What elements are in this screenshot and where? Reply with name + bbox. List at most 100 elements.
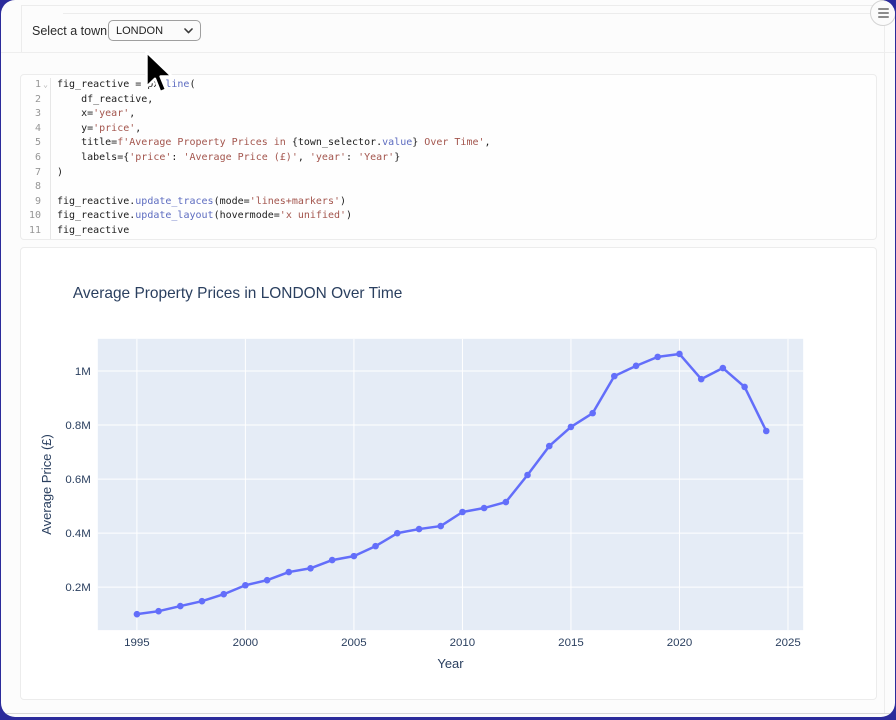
code-text: [50, 180, 876, 195]
fold-spacer: [41, 107, 50, 122]
data-point[interactable]: [220, 591, 227, 598]
x-tick-label: 2010: [450, 637, 476, 649]
divider: [884, 5, 885, 713]
y-tick-label: 1M: [75, 366, 91, 378]
property-price-chart: 19952000200520102015202020250.2M0.4M0.6M…: [21, 248, 876, 699]
data-point[interactable]: [611, 373, 618, 380]
code-line[interactable]: 7): [21, 166, 876, 181]
data-point[interactable]: [589, 410, 596, 417]
data-point[interactable]: [720, 365, 727, 372]
data-point[interactable]: [416, 526, 423, 533]
data-point[interactable]: [134, 611, 141, 618]
line-number: 5: [21, 136, 41, 151]
data-point[interactable]: [654, 354, 661, 361]
y-tick-label: 0.8M: [65, 420, 91, 432]
code-text: fig_reactive.update_layout(hovermode='x …: [50, 209, 876, 224]
data-point[interactable]: [437, 523, 444, 530]
data-point[interactable]: [242, 582, 249, 589]
code-line[interactable]: 3 x='year',: [21, 107, 876, 122]
data-point[interactable]: [264, 577, 271, 584]
line-number: 11: [21, 224, 41, 239]
fold-spacer: [41, 93, 50, 108]
line-number: 6: [21, 151, 41, 166]
app-window: { "app": { "background_color": "#2b2b9b"…: [0, 0, 896, 720]
chart-output-cell: 19952000200520102015202020250.2M0.4M0.6M…: [20, 247, 877, 700]
code-text: fig_reactive: [50, 224, 876, 239]
code-line[interactable]: 11 fig_reactive: [21, 224, 876, 239]
divider: [21, 5, 895, 6]
town-select[interactable]: LONDON: [108, 20, 201, 41]
y-tick-label: 0.4M: [65, 528, 91, 540]
data-point[interactable]: [698, 376, 705, 383]
data-point[interactable]: [199, 598, 206, 605]
plot-area[interactable]: [98, 339, 803, 630]
data-point[interactable]: [633, 363, 640, 370]
data-point[interactable]: [285, 569, 292, 576]
data-point[interactable]: [307, 565, 314, 572]
divider: [63, 13, 895, 14]
data-point[interactable]: [763, 428, 770, 435]
line-number: 10: [21, 209, 41, 224]
chevron-down-icon: [184, 28, 193, 34]
line-number: 3: [21, 107, 41, 122]
chart-title: Average Property Prices in LONDON Over T…: [73, 285, 403, 302]
code-text: x='year',: [50, 107, 876, 122]
data-point[interactable]: [329, 557, 336, 564]
code-text: labels={'price': 'Average Price (£)', 'y…: [50, 151, 876, 166]
code-text: df_reactive,: [50, 93, 876, 108]
x-tick-label: 2000: [233, 637, 259, 649]
fold-spacer: [41, 195, 50, 210]
data-point[interactable]: [372, 543, 379, 550]
fold-spacer: [41, 151, 50, 166]
data-point[interactable]: [155, 608, 162, 615]
data-point[interactable]: [568, 424, 575, 431]
line-number: 1: [21, 78, 41, 93]
line-number: 4: [21, 122, 41, 137]
data-point[interactable]: [503, 499, 510, 506]
data-point[interactable]: [676, 351, 683, 358]
y-tick-label: 0.2M: [65, 582, 91, 594]
town-select-label: Select a town:: [32, 24, 111, 38]
fold-spacer: [41, 136, 50, 151]
bottom-divider: [1, 713, 895, 714]
code-line[interactable]: 2 df_reactive,: [21, 93, 876, 108]
code-line[interactable]: 1⌄fig_reactive = px.line(: [21, 78, 876, 93]
code-text: title=f'Average Property Prices in {town…: [50, 136, 876, 151]
code-text: fig_reactive.update_traces(mode='lines+m…: [50, 195, 876, 210]
y-axis-title: Average Price (£): [39, 434, 54, 535]
x-tick-label: 2015: [558, 637, 584, 649]
code-text: y='price',: [50, 122, 876, 137]
fold-chevron-icon[interactable]: ⌄: [41, 78, 50, 93]
line-number: 7: [21, 166, 41, 181]
data-point[interactable]: [546, 443, 553, 450]
data-point[interactable]: [351, 553, 358, 560]
code-line[interactable]: 4 y='price',: [21, 122, 876, 137]
code-line[interactable]: 6 labels={'price': 'Average Price (£)', …: [21, 151, 876, 166]
x-tick-label: 2020: [667, 637, 693, 649]
fold-spacer: [41, 122, 50, 137]
fold-spacer: [41, 166, 50, 181]
data-point[interactable]: [177, 603, 184, 610]
code-line[interactable]: 10 fig_reactive.update_layout(hovermode='…: [21, 209, 876, 224]
fold-spacer: [41, 209, 50, 224]
data-point[interactable]: [394, 530, 401, 537]
code-line[interactable]: 9fig_reactive.update_traces(mode='lines+…: [21, 195, 876, 210]
header-divider: [1, 52, 895, 53]
data-point[interactable]: [741, 384, 748, 391]
fold-spacer: [41, 180, 50, 195]
data-point[interactable]: [481, 505, 488, 512]
code-lines: 1⌄fig_reactive = px.line(2 df_reactive,3…: [21, 78, 876, 239]
menu-button[interactable]: [870, 0, 895, 26]
code-line[interactable]: 5 title=f'Average Property Prices in {to…: [21, 136, 876, 151]
code-line[interactable]: 8: [21, 180, 876, 195]
data-point[interactable]: [524, 472, 531, 479]
notebook-page: Select a town: LONDON 1⌄fig_reactive = p…: [1, 0, 895, 717]
data-point[interactable]: [459, 509, 466, 516]
divider: [21, 5, 22, 53]
x-tick-label: 2025: [775, 637, 801, 649]
code-text: fig_reactive = px.line(: [50, 78, 876, 93]
fold-spacer: [41, 224, 50, 239]
line-number: 8: [21, 180, 41, 195]
town-select-value: LONDON: [116, 25, 184, 37]
code-cell[interactable]: 1⌄fig_reactive = px.line(2 df_reactive,3…: [20, 74, 877, 240]
